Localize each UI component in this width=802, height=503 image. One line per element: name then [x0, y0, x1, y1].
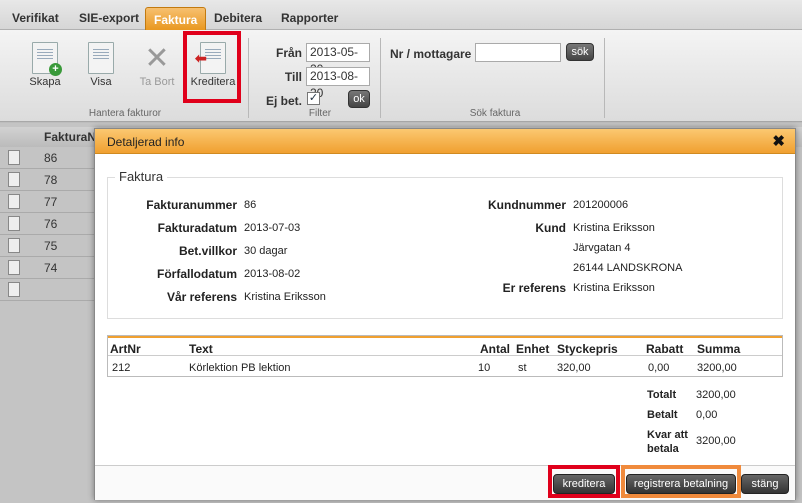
column-header-text: Text — [189, 342, 213, 356]
visa-label: Visa — [90, 76, 112, 88]
ribbon-separator — [380, 38, 381, 118]
kvar-label-line1: Kvar att — [647, 429, 688, 441]
kund-label: Kund — [535, 221, 566, 235]
ta-bort-button[interactable]: ✕ Ta Bort — [132, 42, 182, 88]
fran-date-input[interactable]: 2013-05-20 — [306, 43, 370, 76]
betalt-label: Betalt — [647, 409, 678, 421]
tab-verifikat[interactable]: Verifikat — [4, 6, 67, 30]
forfallodatum-value: 2013-08-02 — [244, 268, 301, 280]
group-label-hantera: Hantera fakturor — [88, 108, 162, 119]
list-item[interactable]: 76 — [0, 213, 100, 235]
list-item[interactable] — [0, 279, 100, 301]
dialog-title: Detaljerad info — [107, 135, 185, 149]
top-tab-bar: Verifikat SIE-export Faktura Debitera Ra… — [0, 0, 802, 31]
list-item[interactable]: 78 — [0, 169, 100, 191]
kvar-value: 3200,00 — [696, 435, 736, 447]
detail-dialog: Detaljerad info ✖ Faktura Fakturanummer … — [94, 128, 796, 500]
kvar-label-line2: betala — [647, 443, 679, 455]
er-referens-label: Er referens — [502, 281, 566, 295]
column-header-enhet: Enhet — [516, 342, 550, 356]
close-icon[interactable]: ✖ — [772, 132, 785, 150]
table-header: ArtNr Text Antal Enhet Styckepris Rabatt… — [108, 336, 782, 356]
filter-ok-button[interactable]: ok — [348, 90, 370, 108]
column-header-antal: Antal — [480, 342, 510, 356]
cell-styckepris: 320,00 — [557, 362, 591, 374]
fakturanummer-label: Fakturanummer — [146, 198, 237, 212]
betvillkor-value: 30 dagar — [244, 245, 288, 257]
visa-button[interactable]: Visa — [76, 42, 126, 88]
ribbon-separator — [604, 38, 605, 118]
column-header-artnr: ArtNr — [110, 342, 141, 356]
kreditera-button[interactable]: kreditera — [553, 474, 615, 494]
document-icon — [8, 216, 20, 231]
var-referens-value: Kristina Eriksson — [244, 291, 326, 303]
dialog-footer: kreditera registrera betalning stäng — [95, 465, 795, 500]
tab-debitera[interactable]: Debitera — [206, 6, 270, 30]
tab-faktura[interactable]: Faktura — [145, 7, 207, 31]
search-label: Nr / mottagare — [390, 47, 472, 61]
kund-street: Järvgatan 4 — [573, 242, 631, 254]
kund-name: Kristina Eriksson — [573, 222, 655, 234]
betvillkor-label: Bet.villkor — [178, 244, 237, 258]
column-header-fakturanr: FakturaN — [44, 130, 97, 144]
list-item[interactable]: 74 — [0, 257, 100, 279]
view-invoice-icon — [88, 42, 114, 74]
column-header-styckepris: Styckepris — [557, 342, 618, 356]
skapa-button[interactable]: + Skapa — [20, 42, 70, 88]
dialog-header: Detaljerad info ✖ — [95, 129, 795, 154]
new-invoice-icon: + — [32, 42, 62, 76]
cell-summa: 3200,00 — [697, 362, 737, 374]
ribbon-toolbar: + Skapa Visa ✕ Ta Bort ⬅ Kreditera Hante… — [0, 30, 802, 122]
delete-x-icon: ✕ — [144, 42, 170, 75]
forfallodatum-label: Förfallodatum — [157, 267, 237, 281]
var-referens-label: Vår referens — [166, 290, 237, 304]
betalt-value: 0,00 — [696, 409, 718, 421]
group-label-filter: Filter — [308, 108, 332, 119]
ej-bet-checkbox[interactable]: ✓ — [307, 92, 320, 105]
stang-button[interactable]: stäng — [741, 474, 789, 494]
fakturadatum-label: Fakturadatum — [157, 221, 237, 235]
kundnummer-value: 201200006 — [573, 199, 629, 211]
registrera-betalning-button[interactable]: registrera betalning — [626, 474, 736, 494]
fakturadatum-value: 2013-07-03 — [244, 222, 301, 234]
ribbon-separator — [248, 38, 249, 118]
kundnummer-label: Kundnummer — [488, 198, 566, 212]
document-icon — [8, 172, 20, 187]
column-header-rabatt: Rabatt — [646, 342, 684, 356]
ej-bet-label: Ej bet. — [265, 94, 302, 108]
tab-sie-export[interactable]: SIE-export — [71, 6, 147, 30]
fran-label: Från — [275, 46, 302, 60]
kund-city: 26144 LANDSKRONA — [573, 262, 683, 274]
document-icon — [8, 150, 20, 165]
skapa-label: Skapa — [29, 76, 61, 88]
cell-text: Körlektion PB lektion — [189, 362, 291, 374]
document-icon — [8, 238, 20, 253]
till-date-input[interactable]: 2013-08-20 — [306, 67, 370, 100]
cell-enhet: st — [518, 362, 527, 374]
tab-rapporter[interactable]: Rapporter — [273, 6, 346, 30]
cell-antal: 10 — [478, 362, 491, 374]
search-input[interactable] — [475, 43, 561, 62]
till-label: Till — [284, 70, 302, 84]
totalt-label: Totalt — [647, 389, 677, 401]
group-label-sok: Sök faktura — [469, 108, 521, 119]
document-icon — [8, 194, 20, 209]
invoice-lines-table: ArtNr Text Antal Enhet Styckepris Rabatt… — [107, 335, 783, 377]
list-item[interactable]: 77 — [0, 191, 100, 213]
list-item[interactable]: 86 — [0, 147, 100, 169]
column-header-summa: Summa — [697, 342, 741, 356]
highlight-kreditera-ribbon — [183, 31, 241, 103]
search-button[interactable]: sök — [566, 43, 594, 61]
document-icon — [8, 282, 20, 297]
cell-artnr: 212 — [112, 362, 131, 374]
ta-bort-label: Ta Bort — [139, 76, 175, 88]
document-icon — [8, 260, 20, 275]
fieldset-legend: Faktura — [115, 169, 168, 184]
cell-rabatt: 0,00 — [648, 362, 670, 374]
fakturanummer-value: 86 — [244, 199, 257, 211]
totalt-value: 3200,00 — [696, 389, 736, 401]
er-referens-value: Kristina Eriksson — [573, 282, 655, 294]
list-item[interactable]: 75 — [0, 235, 100, 257]
